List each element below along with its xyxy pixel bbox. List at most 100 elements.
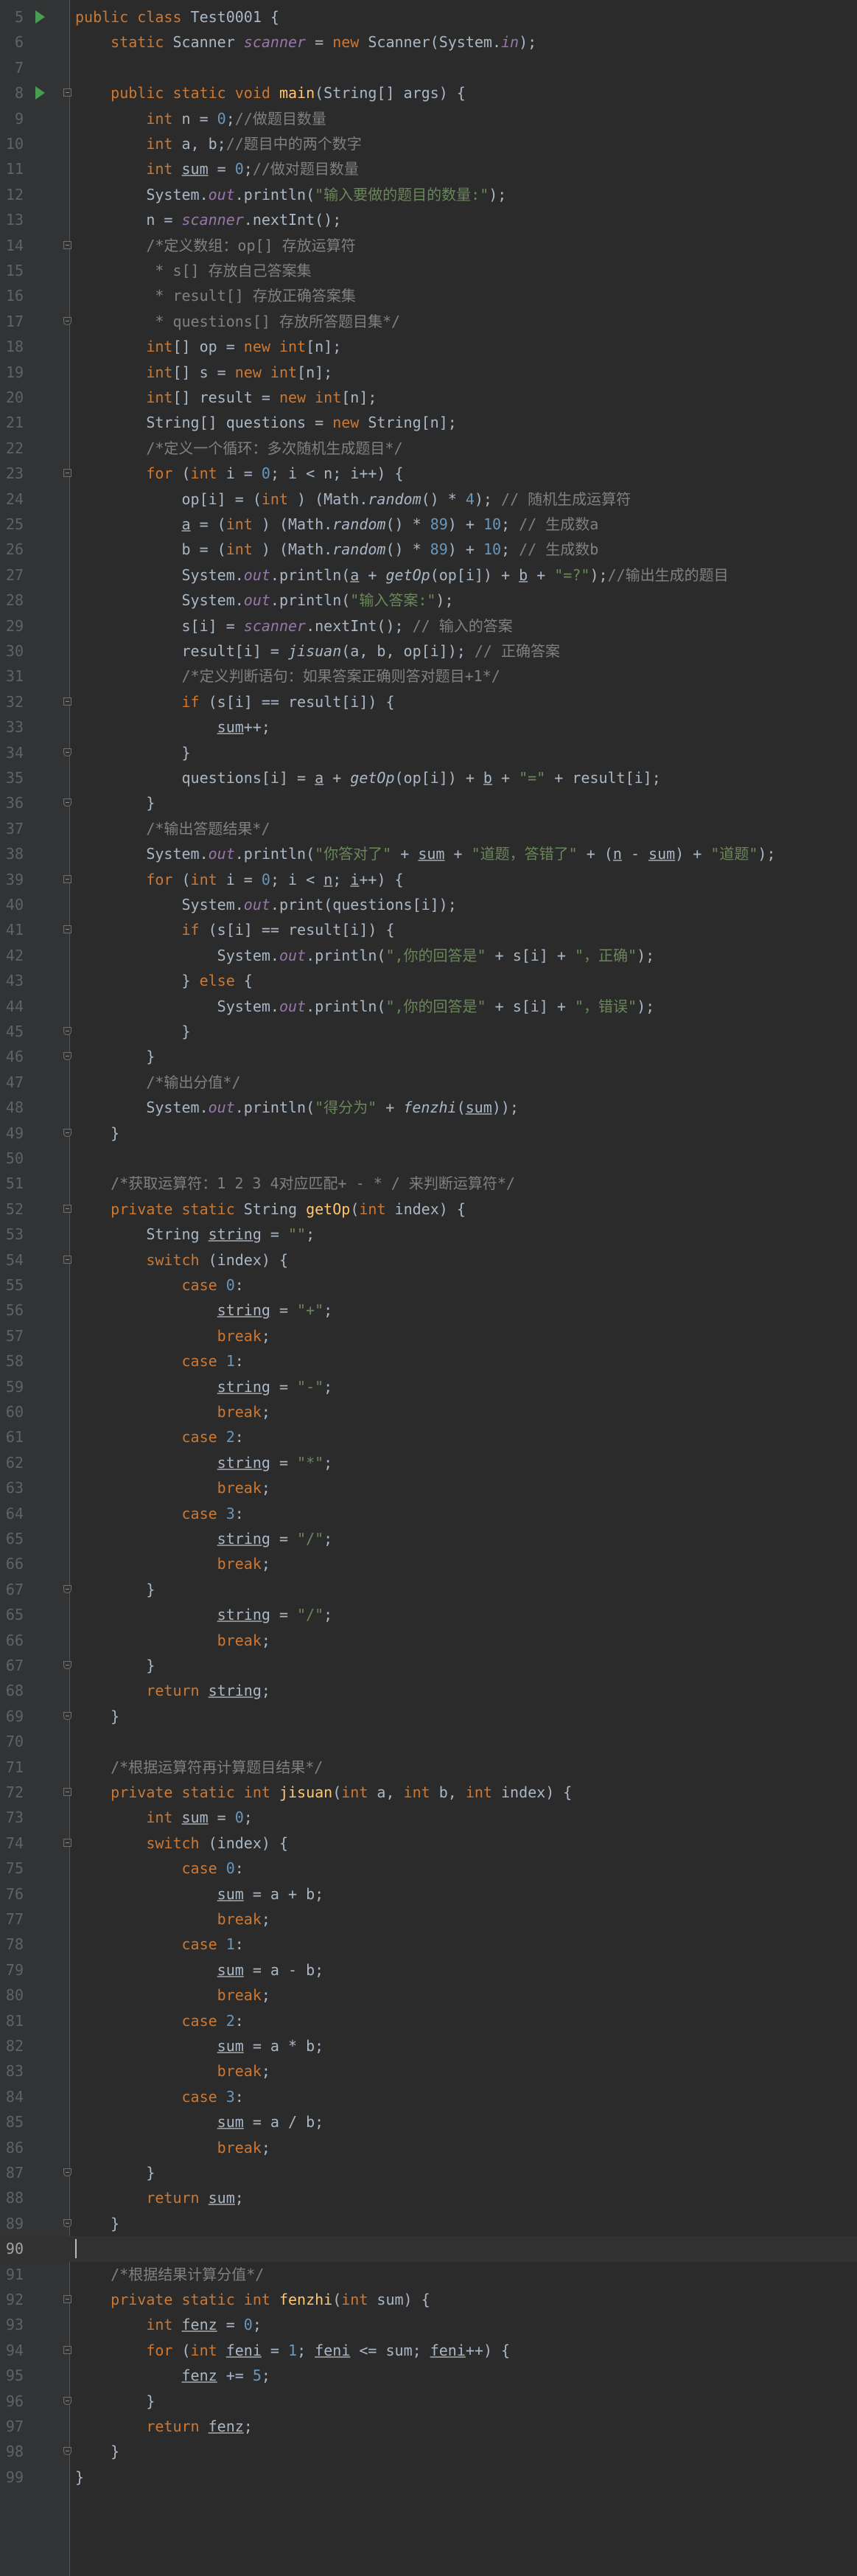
code-line[interactable]: 24 op[i] = (int ) (Math.random() * 4); /… [0,487,857,512]
fold-icon[interactable] [63,2345,71,2354]
code-line[interactable]: 70 [0,1729,857,1754]
fold-icon[interactable] [63,1255,71,1264]
code-line[interactable]: 88 return sum; [0,2185,857,2210]
code-line[interactable]: 63 break; [0,1475,857,1500]
code-line[interactable]: 26 b = (int ) (Math.random() * 89) + 10;… [0,537,857,562]
fold-end-icon[interactable] [63,798,71,807]
code-line[interactable]: 19 int[] s = new int[n]; [0,360,857,385]
code-line[interactable]: 42 System.out.println(",你的回答是" + s[i] + … [0,943,857,968]
fold-end-icon[interactable] [63,748,71,756]
fold-end-icon[interactable] [63,2168,71,2176]
code-line[interactable]: 10 int a, b;//题目中的两个数字 [0,131,857,156]
fold-icon[interactable] [63,1788,71,1796]
code-line-current[interactable]: 90 [0,2236,857,2262]
code-line[interactable]: 35 questions[i] = a + getOp(op[i]) + b +… [0,765,857,790]
fold-icon[interactable] [63,88,71,97]
code-line[interactable]: 59 string = "-"; [0,1374,857,1399]
fold-icon[interactable] [63,925,71,934]
code-line[interactable]: 31 /*定义判断语句：如果答案正确则答对题目+1*/ [0,664,857,689]
code-line[interactable]: 78 case 1: [0,1932,857,1957]
code-line[interactable]: 48 System.out.println("得分为" + fenzhi(sum… [0,1095,857,1120]
fold-end-icon[interactable] [63,1584,71,1593]
fold-end-icon[interactable] [63,2447,71,2456]
code-line[interactable]: 7 [0,55,857,80]
fold-icon[interactable] [63,697,71,706]
code-line[interactable]: 73 int sum = 0; [0,1805,857,1830]
fold-end-icon[interactable] [63,1027,71,1035]
code-line[interactable]: 64 case 3: [0,1501,857,1526]
code-line[interactable]: 67 } [0,1577,857,1602]
code-line[interactable]: 11 int sum = 0;//做对题目数量 [0,156,857,181]
code-line[interactable]: 71 /*根据运算符再计算题目结果*/ [0,1755,857,1780]
code-editor[interactable]: 5 public class Test0001 {6 static Scanner… [0,0,857,2576]
code-line[interactable]: 34 } [0,740,857,765]
code-line[interactable]: 91 /*根据结果计算分值*/ [0,2262,857,2287]
code-line[interactable]: 84 case 3: [0,2084,857,2109]
fold-end-icon[interactable] [63,316,71,325]
code-line[interactable]: 51 /*获取运算符：1 2 3 4对应匹配+ - * / 来判断运算符*/ [0,1171,857,1196]
code-line[interactable]: 9 int n = 0;//做题目数量 [0,106,857,131]
code-line[interactable]: 67 } [0,1653,857,1678]
code-line[interactable]: 66 break; [0,1628,857,1653]
code-line[interactable]: 72 private static int jisuan(int a, int … [0,1780,857,1805]
fold-icon[interactable] [63,874,71,883]
code-line[interactable]: 57 break; [0,1323,857,1348]
code-line[interactable]: 83 break; [0,2058,857,2084]
code-line[interactable]: 89 } [0,2211,857,2236]
code-line[interactable]: 47 /*输出分值*/ [0,1070,857,1095]
code-line[interactable]: 29 s[i] = scanner.nextInt(); // 输入的答案 [0,613,857,638]
code-line[interactable]: 32 if (s[i] == result[i]) { [0,689,857,714]
code-line[interactable]: 52 private static String getOp(int index… [0,1197,857,1222]
code-line[interactable]: 79 sum = a - b; [0,1957,857,1983]
code-line[interactable]: 82 sum = a * b; [0,2033,857,2058]
code-line[interactable]: 20 int[] result = new int[n]; [0,385,857,410]
code-line[interactable]: 74 switch (index) { [0,1831,857,1856]
code-line[interactable]: 56 string = "+"; [0,1298,857,1323]
code-line[interactable]: 45 } [0,1019,857,1044]
code-line[interactable]: 5 public class Test0001 { [0,4,857,29]
code-line[interactable]: 15 * s[] 存放自己答案集 [0,258,857,283]
code-line[interactable]: 12 System.out.println("输入要做的题目的数量:"); [0,182,857,207]
code-line[interactable]: 18 int[] op = new int[n]; [0,334,857,359]
code-line[interactable]: 61 case 2: [0,1424,857,1449]
code-line[interactable]: 80 break; [0,1983,857,2008]
code-line[interactable]: 25 a = (int ) (Math.random() * 89) + 10;… [0,512,857,537]
code-line[interactable]: 65 string = "/"; [0,1526,857,1551]
code-line[interactable]: 66 break; [0,1551,857,1576]
code-line[interactable]: 98 } [0,2439,857,2464]
fold-end-icon[interactable] [63,1711,71,1720]
fold-icon[interactable] [63,2295,71,2303]
fold-icon[interactable] [63,469,71,478]
code-line[interactable]: 99} [0,2465,857,2490]
code-line[interactable]: 23 for (int i = 0; i < n; i++) { [0,461,857,486]
code-line[interactable]: 81 case 2: [0,2008,857,2033]
code-line[interactable]: 13 n = scanner.nextInt(); [0,207,857,232]
fold-icon[interactable] [63,1838,71,1847]
code-line[interactable]: 53 String string = ""; [0,1222,857,1247]
code-line[interactable]: 60 break; [0,1399,857,1424]
code-line[interactable]: 28 System.out.println("输入答案:"); [0,588,857,613]
code-line[interactable]: 92 private static int fenzhi(int sum) { [0,2287,857,2312]
code-line[interactable]: 94 for (int feni = 1; feni <= sum; feni+… [0,2338,857,2363]
code-line[interactable]: 46 } [0,1044,857,1069]
fold-end-icon[interactable] [63,1661,71,1669]
code-line[interactable]: 44 System.out.println(",你的回答是" + s[i] + … [0,994,857,1019]
code-line[interactable]: 62 string = "*"; [0,1450,857,1475]
fold-icon[interactable] [63,1204,71,1213]
code-line[interactable]: 22 /*定义一个循环：多次随机生成题目*/ [0,436,857,461]
code-line[interactable]: 95 fenz += 5; [0,2363,857,2388]
code-line[interactable]: 50 [0,1146,857,1171]
fold-end-icon[interactable] [63,2218,71,2227]
code-line[interactable]: 86 break; [0,2135,857,2160]
code-line[interactable]: 54 switch (index) { [0,1247,857,1273]
code-line[interactable]: 36 } [0,790,857,815]
code-line[interactable]: 75 case 0: [0,1856,857,1881]
code-line[interactable]: 43 } else { [0,968,857,993]
code-line[interactable]: 69 } [0,1704,857,1729]
fold-end-icon[interactable] [63,1052,71,1061]
code-line[interactable]: 37 /*输出答题结果*/ [0,816,857,841]
code-line[interactable]: 96 } [0,2389,857,2414]
code-line[interactable]: 30 result[i] = jisuan(a, b, op[i]); // 正… [0,638,857,664]
code-line[interactable]: 27 System.out.println(a + getOp(op[i]) +… [0,563,857,588]
code-line[interactable]: 49 } [0,1121,857,1146]
